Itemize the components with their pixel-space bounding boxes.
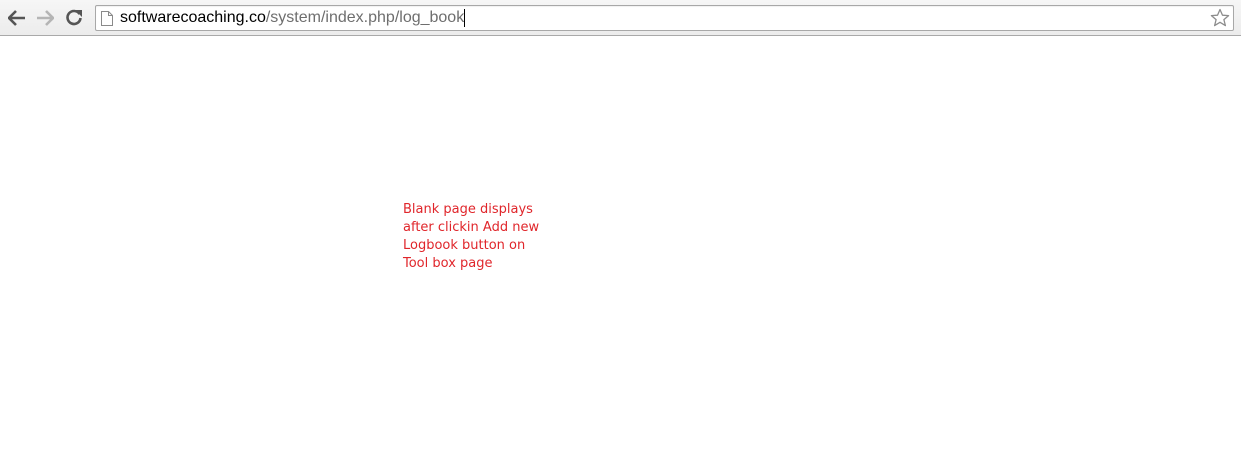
annotation-line: after clickin Add new: [403, 220, 540, 235]
url-text[interactable]: softwarecoaching.co/system/index.php/log…: [120, 9, 466, 27]
reload-icon: [66, 9, 82, 26]
page-icon: [101, 11, 113, 26]
forward-button[interactable]: [33, 6, 57, 30]
annotation-line: Blank page displays: [403, 202, 533, 217]
annotation-line: Logbook button on: [403, 238, 526, 253]
annotation-note: Blank page displays after clickin Add ne…: [403, 201, 553, 273]
text-caret: [464, 9, 466, 27]
back-arrow-icon: [8, 10, 25, 26]
reload-button[interactable]: [62, 6, 86, 30]
forward-arrow-icon: [37, 10, 54, 26]
annotation-line: Tool box page: [403, 256, 493, 271]
star-icon[interactable]: [1210, 8, 1230, 28]
browser-toolbar: softwarecoaching.co/system/index.php/log…: [0, 0, 1241, 36]
address-bar[interactable]: softwarecoaching.co/system/index.php/log…: [95, 5, 1234, 31]
back-button[interactable]: [5, 6, 29, 30]
url-host: softwarecoaching.co: [120, 9, 266, 26]
url-path: /system/index.php/log_book: [265, 9, 465, 26]
